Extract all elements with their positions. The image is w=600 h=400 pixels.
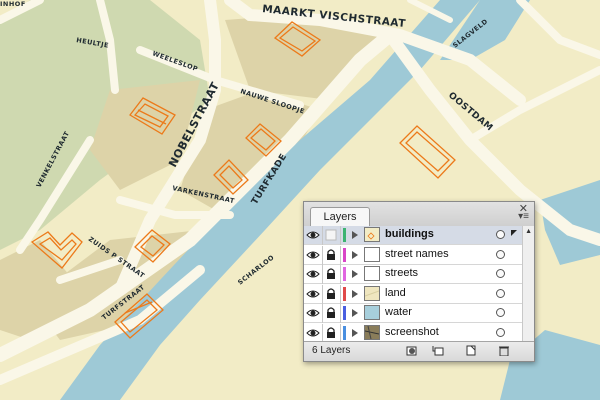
- layer-name[interactable]: streets: [385, 267, 418, 279]
- layer-row[interactable]: water: [304, 304, 534, 323]
- layer-list: buildings street names streets land water scr…: [304, 226, 534, 343]
- layer-row[interactable]: land: [304, 284, 534, 304]
- layer-thumbnail: [364, 324, 380, 340]
- target-circle-icon[interactable]: [496, 288, 505, 298]
- expand-triangle-icon[interactable]: [352, 231, 358, 239]
- column-divider: [340, 284, 341, 304]
- visibility-eye-icon[interactable]: [306, 326, 320, 340]
- column-divider: [322, 304, 323, 323]
- lock-icon[interactable]: [324, 326, 338, 340]
- panel-footer: 6 Layers: [304, 341, 534, 361]
- make-clipping-mask-button[interactable]: [406, 345, 418, 356]
- layer-count: 6 Layers: [312, 345, 351, 356]
- column-divider: [340, 245, 341, 265]
- visibility-eye-icon[interactable]: [306, 306, 320, 320]
- column-divider: [340, 304, 341, 323]
- target-circle-icon[interactable]: [496, 327, 505, 337]
- column-divider: [340, 226, 341, 245]
- target-circle-icon[interactable]: [496, 249, 505, 259]
- trash-icon[interactable]: [498, 345, 510, 356]
- layer-row[interactable]: buildings: [304, 226, 534, 245]
- layers-panel[interactable]: ✕ Layers ▾≡ buildings street names streets…: [303, 201, 535, 362]
- scroll-up-icon[interactable]: ▲: [525, 228, 532, 235]
- layer-color-swatch: [343, 325, 346, 340]
- column-divider: [322, 323, 323, 343]
- layer-name[interactable]: land: [385, 287, 406, 299]
- column-divider: [322, 284, 323, 304]
- lock-icon[interactable]: [324, 267, 338, 281]
- column-divider: [322, 226, 323, 245]
- expand-triangle-icon[interactable]: [352, 250, 358, 259]
- panel-menu-icon[interactable]: ▾≡: [518, 211, 529, 222]
- expand-triangle-icon[interactable]: [352, 328, 358, 337]
- lock-icon[interactable]: [324, 248, 338, 262]
- layer-row[interactable]: streets: [304, 265, 534, 284]
- layer-name[interactable]: water: [385, 306, 412, 318]
- panel-titlebar[interactable]: ✕ Layers ▾≡: [304, 202, 534, 227]
- layer-thumbnail: [364, 266, 380, 281]
- lock-icon[interactable]: [324, 287, 338, 301]
- target-circle-icon[interactable]: [496, 308, 505, 317]
- visibility-eye-icon[interactable]: [306, 228, 320, 242]
- visibility-eye-icon[interactable]: [306, 248, 320, 262]
- visibility-eye-icon[interactable]: [306, 287, 320, 301]
- expand-triangle-icon[interactable]: [352, 289, 358, 298]
- column-divider: [340, 323, 341, 343]
- layer-name[interactable]: buildings: [385, 228, 434, 240]
- selected-art-indicator[interactable]: [511, 230, 517, 236]
- create-new-layer-button[interactable]: [465, 345, 477, 356]
- layer-row[interactable]: street names: [304, 245, 534, 265]
- layer-color-swatch: [343, 247, 346, 262]
- scrollbar[interactable]: [522, 226, 534, 343]
- layer-color-swatch: [343, 286, 346, 301]
- visibility-eye-icon[interactable]: [306, 267, 320, 281]
- layer-color-swatch: [343, 267, 346, 281]
- column-divider: [322, 245, 323, 265]
- lock-icon[interactable]: [324, 306, 338, 320]
- street-label: INHOF: [0, 0, 26, 8]
- target-circle-icon[interactable]: [496, 230, 505, 239]
- layer-color-swatch: [343, 306, 346, 320]
- layer-name[interactable]: street names: [385, 248, 449, 260]
- layer-thumbnail: [364, 285, 380, 301]
- target-circle-icon[interactable]: [496, 269, 505, 278]
- create-sublayer-button[interactable]: [432, 345, 444, 356]
- tab-layers[interactable]: Layers: [310, 207, 370, 226]
- layer-thumbnail: [364, 227, 380, 242]
- layer-thumbnail: [364, 246, 380, 262]
- column-divider: [322, 265, 323, 284]
- layer-name[interactable]: screenshot: [385, 326, 439, 338]
- layer-thumbnail: [364, 305, 380, 320]
- column-divider: [340, 265, 341, 284]
- layer-color-swatch: [343, 228, 346, 242]
- expand-triangle-icon[interactable]: [352, 309, 358, 317]
- lock-toggle[interactable]: [324, 228, 338, 242]
- expand-triangle-icon[interactable]: [352, 270, 358, 278]
- layer-row[interactable]: screenshot: [304, 323, 534, 343]
